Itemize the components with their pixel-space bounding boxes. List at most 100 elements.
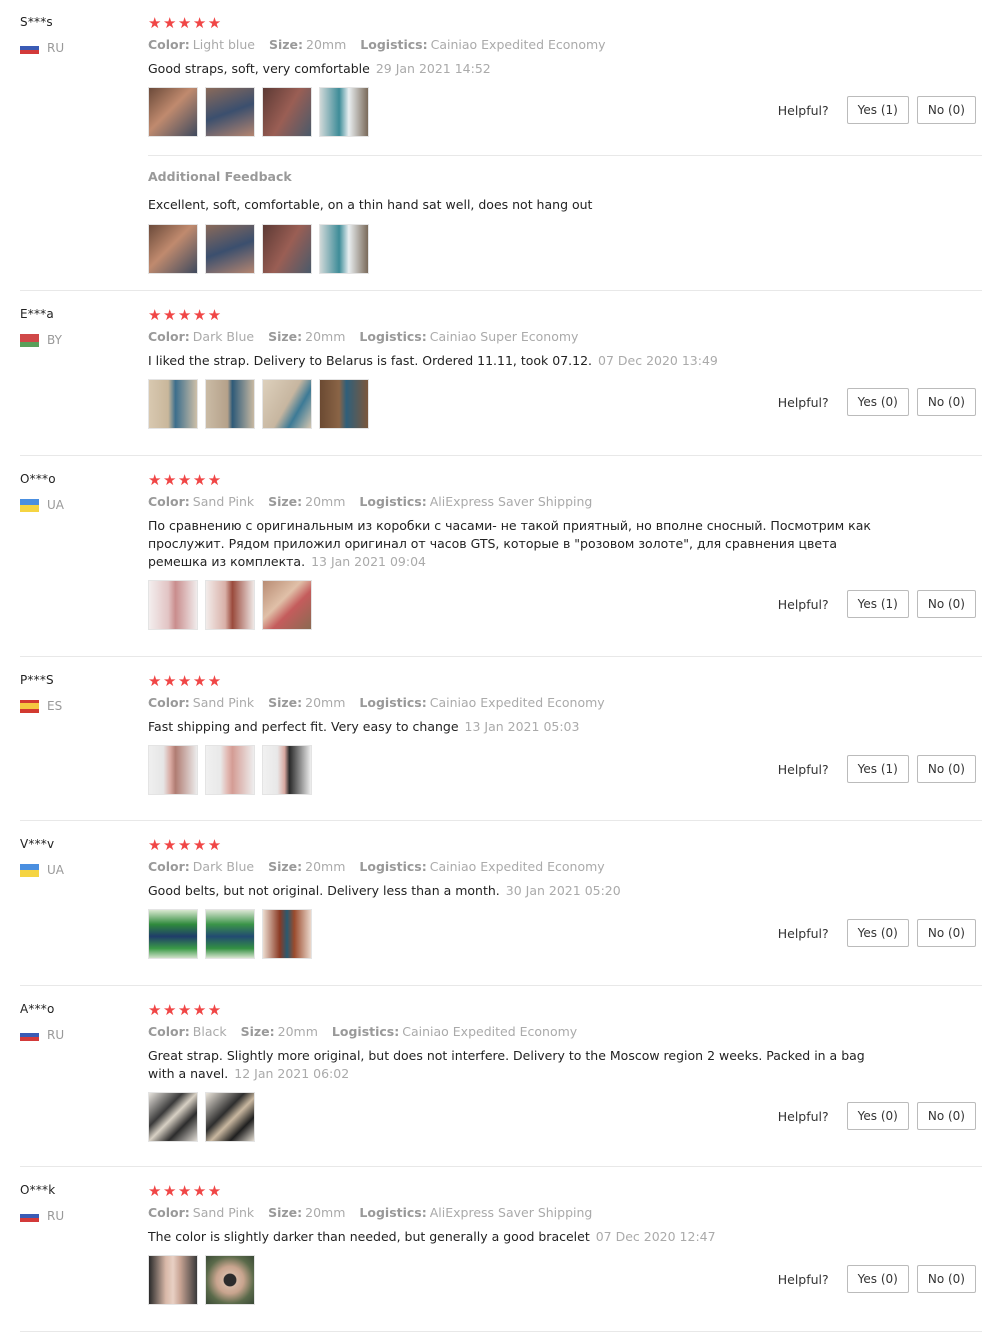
additional-feedback-text: Excellent, soft, comfortable, on a thin …: [148, 197, 593, 212]
reviewer-name: P***S: [20, 673, 54, 687]
review-photo[interactable]: [262, 224, 312, 274]
review-photo[interactable]: [148, 379, 198, 429]
additional-photos: [148, 224, 883, 274]
review-photo[interactable]: [205, 1092, 255, 1142]
review-photo[interactable]: [319, 87, 369, 137]
review-content: Good straps, soft, very comfortable: [148, 61, 370, 76]
helpful-no-button[interactable]: No (0): [916, 1102, 976, 1130]
review-meta: Color: Black Size: 20mm Logistics: Cainiao …: [148, 1024, 888, 1039]
review-photo[interactable]: [262, 580, 312, 630]
color-value: Dark Blue: [192, 329, 255, 344]
review-photo[interactable]: [148, 909, 198, 959]
reviewer-name: S***s: [20, 15, 53, 29]
review-photo[interactable]: [262, 87, 312, 137]
review-content: Good belts, but not original. Delivery l…: [148, 883, 500, 898]
review-text: The color is slightly darker than needed…: [148, 1228, 883, 1246]
logistics-value: Cainiao Expedited Economy: [402, 1024, 578, 1039]
reviewer-country: RU: [20, 41, 64, 55]
review-photo[interactable]: [262, 909, 312, 959]
helpful-yes-button[interactable]: Yes (0): [846, 1102, 909, 1130]
helpful-no-button[interactable]: No (0): [916, 1265, 976, 1293]
helpful-yes-button[interactable]: Yes (1): [846, 755, 909, 783]
review-photo[interactable]: [205, 745, 255, 795]
review-photo[interactable]: [205, 580, 255, 630]
review-photo[interactable]: [148, 224, 198, 274]
review-meta: Color: Sand Pink Size: 20mm Logistics: AliE…: [148, 494, 888, 509]
size-label: Size:: [268, 695, 303, 710]
helpful-no-button[interactable]: No (0): [916, 919, 976, 947]
review-photo[interactable]: [262, 379, 312, 429]
review-text: Good belts, but not original. Delivery l…: [148, 882, 883, 900]
rating-stars: ★★★★★: [148, 306, 223, 324]
reviewer-country: UA: [20, 498, 64, 512]
review-text: Fast shipping and perfect fit. Very easy…: [148, 718, 883, 736]
review-photo[interactable]: [205, 1255, 255, 1305]
country-code: ES: [47, 699, 63, 713]
logistics-value: AliExpress Saver Shipping: [429, 1205, 593, 1220]
review-content: Fast shipping and perfect fit. Very easy…: [148, 719, 459, 734]
review-content: I liked the strap. Delivery to Belarus i…: [148, 353, 593, 368]
size-label: Size:: [268, 494, 303, 509]
helpful-yes-button[interactable]: Yes (0): [846, 1265, 909, 1293]
helpful-no-button[interactable]: No (0): [916, 96, 976, 124]
country-code: RU: [47, 41, 65, 55]
size-value: 20mm: [305, 494, 346, 509]
size-value: 20mm: [305, 859, 346, 874]
color-label: Color:: [148, 494, 190, 509]
review-text: Great strap. Slightly more original, but…: [148, 1047, 883, 1083]
rating-stars: ★★★★★: [148, 1001, 223, 1019]
review-photo[interactable]: [205, 224, 255, 274]
color-label: Color:: [148, 695, 190, 710]
reviewer-country: UA: [20, 863, 64, 877]
review-photo[interactable]: [262, 745, 312, 795]
review-photo[interactable]: [205, 87, 255, 137]
country-code: BY: [47, 333, 62, 347]
size-value: 20mm: [306, 37, 347, 52]
helpful-no-button[interactable]: No (0): [916, 388, 976, 416]
review-photo[interactable]: [148, 1255, 198, 1305]
color-value: Light blue: [192, 37, 255, 52]
flag-ua-icon: [20, 498, 39, 512]
flag-by-icon: [20, 333, 39, 347]
review-photo[interactable]: [205, 909, 255, 959]
logistics-value: Cainiao Expedited Economy: [429, 859, 605, 874]
review-photo[interactable]: [205, 379, 255, 429]
helpful-no-button[interactable]: No (0): [916, 755, 976, 783]
review-photo[interactable]: [148, 580, 198, 630]
color-label: Color:: [148, 329, 190, 344]
review-text: По сравнению с оригинальным из коробки с…: [148, 517, 883, 571]
helpful-yes-button[interactable]: Yes (1): [846, 590, 909, 618]
review-meta: Color: Sand Pink Size: 20mm Logistics: AliE…: [148, 1205, 888, 1220]
size-label: Size:: [268, 37, 304, 52]
logistics-value: Cainiao Expedited Economy: [429, 695, 605, 710]
helpful-no-button[interactable]: No (0): [916, 590, 976, 618]
rating-stars: ★★★★★: [148, 836, 223, 854]
logistics-value: AliExpress Saver Shipping: [429, 494, 593, 509]
review-photo[interactable]: [319, 379, 369, 429]
helpful-yes-button[interactable]: Yes (0): [846, 388, 909, 416]
additional-feedback-title: Additional Feedback: [148, 169, 292, 184]
review-photo[interactable]: [148, 745, 198, 795]
logistics-label: Logistics:: [360, 37, 428, 52]
size-label: Size:: [268, 859, 303, 874]
divider: [148, 155, 982, 156]
rating-stars: ★★★★★: [148, 1182, 223, 1200]
review-meta: Color: Sand Pink Size: 20mm Logistics: Cain…: [148, 695, 888, 710]
reviewer-country: ES: [20, 699, 62, 713]
review-text: I liked the strap. Delivery to Belarus i…: [148, 352, 883, 370]
reviewer-country: RU: [20, 1209, 64, 1223]
color-value: Sand Pink: [192, 695, 255, 710]
helpful-yes-button[interactable]: Yes (0): [846, 919, 909, 947]
review-date: 13 Jan 2021 09:04: [311, 554, 426, 569]
review-photo[interactable]: [319, 224, 369, 274]
logistics-value: Cainiao Expedited Economy: [430, 37, 606, 52]
size-value: 20mm: [305, 1205, 346, 1220]
reviewer-country: BY: [20, 333, 62, 347]
reviews-feed: S***s RU ★★★★★ Color: Light blue Size: 20m…: [0, 0, 1000, 1333]
helpful-yes-button[interactable]: Yes (1): [846, 96, 909, 124]
reviewer-name: V***v: [20, 837, 55, 851]
review-meta: Color: Light blue Size: 20mm Logistics: Cai…: [148, 37, 888, 52]
review-meta: Color: Dark Blue Size: 20mm Logistics: Cain…: [148, 329, 888, 344]
review-photo[interactable]: [148, 1092, 198, 1142]
review-photo[interactable]: [148, 87, 198, 137]
